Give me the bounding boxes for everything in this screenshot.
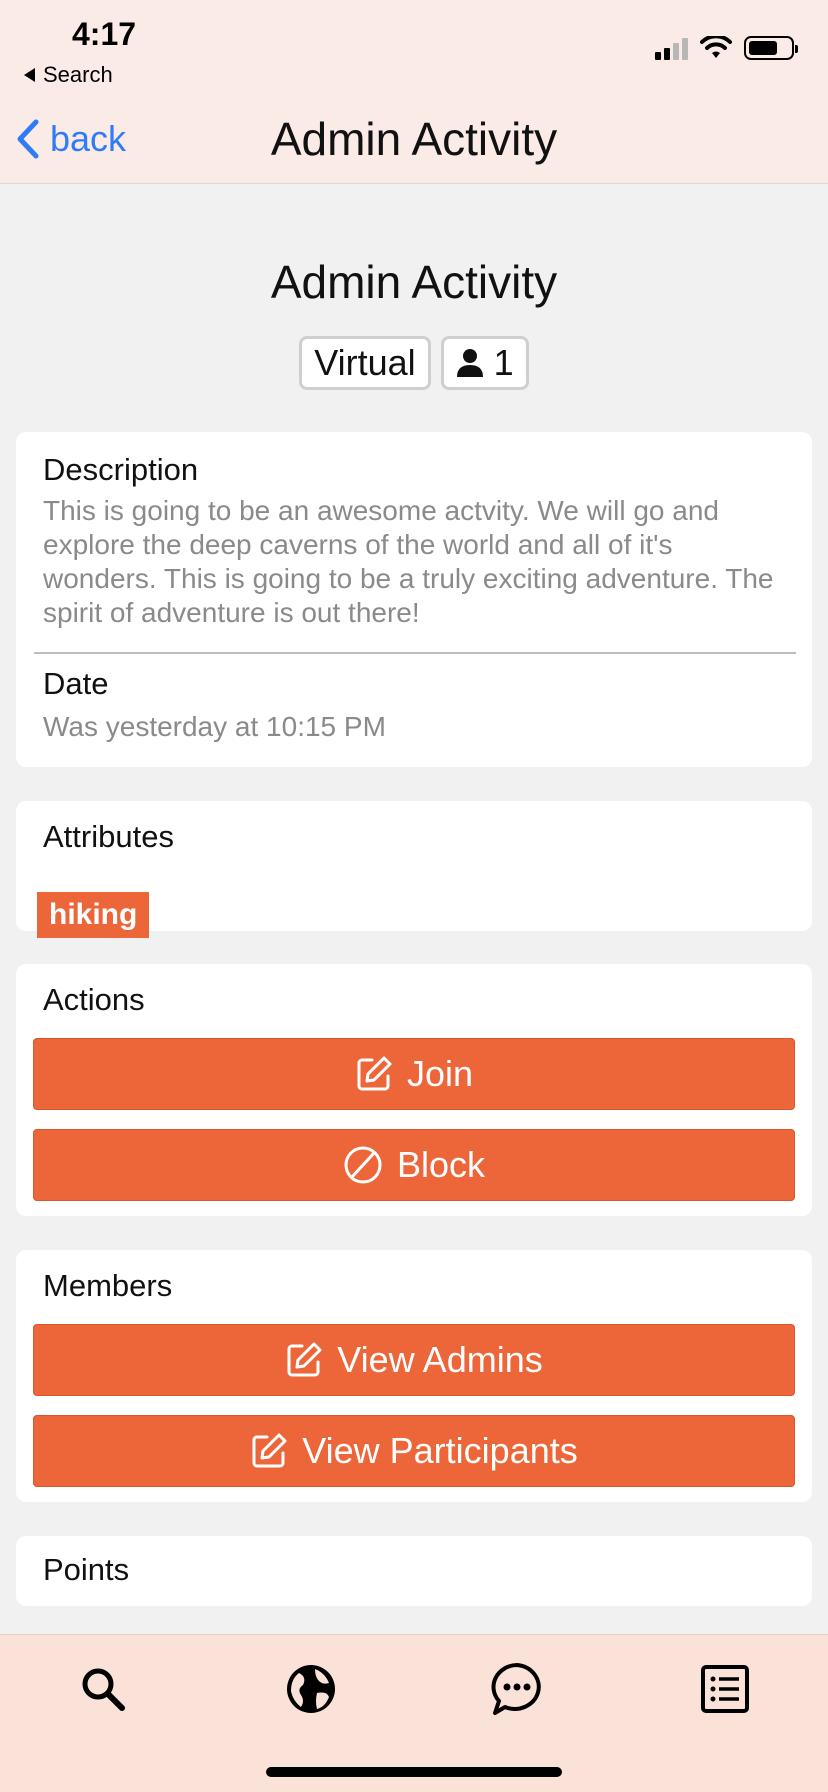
join-button[interactable]: Join [33, 1038, 795, 1110]
top-bar: 4:17 Search back Admin Activity [0, 0, 828, 184]
tab-bar [0, 1634, 828, 1792]
cellular-signal-icon [655, 36, 688, 60]
description-text: This is going to be an awesome actvity. … [43, 495, 774, 628]
attributes-label: Attributes [43, 819, 174, 854]
block-button-label: Block [396, 1144, 486, 1185]
activity-title: Admin Activity [270, 256, 558, 308]
tab-activities[interactable] [695, 1659, 755, 1719]
members-label: Members [43, 1268, 173, 1303]
join-button-label: Join [406, 1053, 474, 1094]
view-admins-button[interactable]: View Admins [33, 1324, 795, 1396]
block-button[interactable]: Block [33, 1129, 795, 1201]
edit-icon [357, 1056, 392, 1091]
view-participants-button[interactable]: View Participants [33, 1415, 795, 1487]
details-divider [34, 652, 796, 654]
type-chip: Virtual [299, 336, 431, 390]
person-icon [456, 349, 483, 377]
actions-label: Actions [43, 982, 145, 1017]
participant-count: 1 [493, 342, 514, 383]
date-label: Date [43, 666, 109, 701]
tab-explore[interactable] [281, 1659, 341, 1719]
globe-icon [287, 1665, 335, 1713]
details-card: Description This is going to be an aweso… [16, 432, 812, 767]
members-card: Members View Admins View Participants [16, 1250, 812, 1502]
chat-icon [491, 1663, 541, 1715]
description-label: Description [43, 452, 199, 487]
battery-icon [744, 36, 798, 60]
attributes-card: Attributes hiking [16, 801, 812, 938]
tab-messages[interactable] [487, 1659, 547, 1719]
status-icons [655, 36, 798, 60]
block-icon [344, 1146, 382, 1184]
home-indicator [266, 1767, 562, 1777]
points-card: Points [16, 1536, 812, 1606]
search-icon [82, 1668, 125, 1711]
actions-card: Actions Join Block [16, 964, 812, 1216]
back-to-app[interactable]: Search [24, 62, 113, 88]
activity-screen: 4:17 Search back Admin Activity Admin Ac… [0, 0, 828, 1792]
date-text: Was yesterday at 10:15 PM [43, 711, 386, 742]
nav-title: Admin Activity [270, 113, 558, 165]
attribute-tag: hiking [37, 892, 150, 938]
edit-icon [252, 1433, 287, 1468]
view-participants-label: View Participants [302, 1430, 578, 1471]
view-admins-label: View Admins [337, 1339, 543, 1380]
type-chip-label: Virtual [314, 342, 416, 383]
points-label: Points [43, 1552, 130, 1587]
status-time: 4:17 [72, 16, 137, 52]
wifi-icon [700, 36, 732, 58]
participant-count-chip: 1 [440, 336, 529, 390]
back-to-app-label: Search [43, 62, 113, 87]
activity-chips: Virtual 1 [0, 336, 828, 390]
back-triangle-icon [24, 68, 35, 82]
list-icon [701, 1665, 749, 1713]
edit-icon [287, 1342, 322, 1377]
tab-search[interactable] [73, 1659, 133, 1719]
